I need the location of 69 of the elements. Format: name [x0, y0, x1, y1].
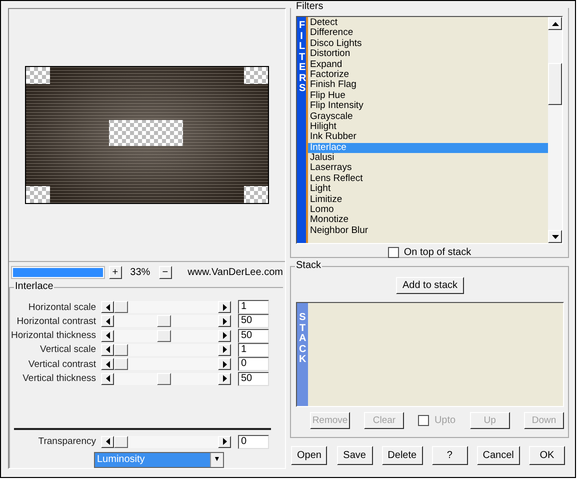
slider-label: Vertical contrast	[27, 358, 96, 370]
dialog-button[interactable]: Cancel	[476, 446, 520, 465]
filter-item[interactable]: Ink Rubber	[308, 132, 548, 143]
slider[interactable]	[101, 315, 231, 328]
slider-thumb[interactable]	[114, 436, 128, 448]
scrollbar[interactable]	[548, 17, 562, 243]
filter-item[interactable]: Detect	[308, 18, 548, 28]
slider-thumb[interactable]	[157, 330, 171, 342]
slider-thumb[interactable]	[114, 344, 128, 356]
filter-item[interactable]: Flip Intensity	[308, 101, 548, 112]
checkbox-label: On top of stack	[404, 247, 472, 258]
value-field[interactable]: 1	[238, 342, 269, 357]
slider[interactable]	[101, 301, 231, 314]
slider-label: Horizontal scale	[27, 302, 96, 313]
dialog-button[interactable]: ?	[432, 446, 468, 465]
filter-item[interactable]: Light	[308, 184, 548, 195]
filters-strip: FILTERS	[297, 17, 308, 243]
checkbox[interactable]	[388, 247, 399, 258]
filter-item[interactable]: Monotize	[308, 215, 548, 226]
value-field[interactable]: 0	[238, 357, 269, 372]
stack-strip: STACK	[297, 303, 308, 406]
filter-item[interactable]: Disco Lights	[308, 38, 548, 50]
value-field[interactable]: 50	[238, 328, 269, 343]
filter-item[interactable]: Hilight	[308, 122, 548, 132]
zoom-percent: 33%	[129, 267, 152, 278]
slider-label: Transparency	[37, 436, 96, 448]
value-field[interactable]: 50	[238, 372, 269, 386]
zoom-in-button[interactable]: +	[108, 266, 122, 280]
slider-label: Vertical scale	[39, 344, 96, 356]
slider-label: Horizontal contrast	[16, 316, 96, 327]
scrollbar-thumb[interactable]	[548, 63, 562, 105]
scroll-up-icon[interactable]	[548, 17, 562, 30]
filter-item[interactable]: Lens Reflect	[308, 174, 548, 184]
checkbox-label: Upto	[434, 414, 456, 426]
filter-item[interactable]: Grayscale	[308, 112, 548, 122]
filter-item[interactable]: Jalusi	[308, 153, 548, 164]
filter-list[interactable]	[296, 16, 563, 244]
slider-thumb[interactable]	[114, 301, 128, 314]
filter-item[interactable]: Flip Hue	[308, 90, 548, 102]
slider[interactable]	[101, 358, 231, 370]
dialog-button[interactable]: Delete	[382, 446, 423, 465]
filter-item[interactable]: Laserrays	[308, 163, 548, 174]
value-field[interactable]: 50	[238, 314, 269, 328]
slider[interactable]	[101, 372, 231, 385]
filter-item[interactable]: Difference	[308, 28, 548, 39]
value-field[interactable]: 0	[238, 434, 269, 449]
slider-label: Horizontal thickness	[10, 330, 96, 342]
slider[interactable]	[101, 344, 231, 356]
filter-item[interactable]: Limitize	[308, 194, 548, 206]
slider[interactable]	[101, 436, 231, 448]
add-to-stack-button[interactable]: Add to stack	[396, 277, 464, 294]
value-field[interactable]: 1	[238, 300, 269, 314]
scroll-down-icon[interactable]	[548, 230, 562, 243]
slider-thumb[interactable]	[157, 372, 171, 385]
zoom-out-button[interactable]: −	[158, 266, 172, 280]
filter-item[interactable]: Neighbor Blur	[308, 226, 548, 236]
slider-thumb[interactable]	[114, 358, 128, 370]
slider-label: Vertical thickness	[22, 373, 96, 384]
slider-thumb[interactable]	[157, 315, 171, 328]
filter-item[interactable]: Finish Flag	[308, 80, 548, 91]
website-text: www.VanDerLee.com	[188, 267, 283, 278]
dialog-button[interactable]: OK	[528, 446, 565, 465]
filter-item[interactable]: Lomo	[308, 205, 548, 216]
filter-item[interactable]: Distortion	[308, 49, 548, 60]
filter-item[interactable]: Expand	[308, 60, 548, 70]
dialog-button[interactable]: Open	[291, 446, 328, 465]
filter-item[interactable]: Factorize	[308, 70, 548, 80]
dialog-button[interactable]: Save	[336, 446, 373, 465]
slider[interactable]	[101, 330, 231, 342]
